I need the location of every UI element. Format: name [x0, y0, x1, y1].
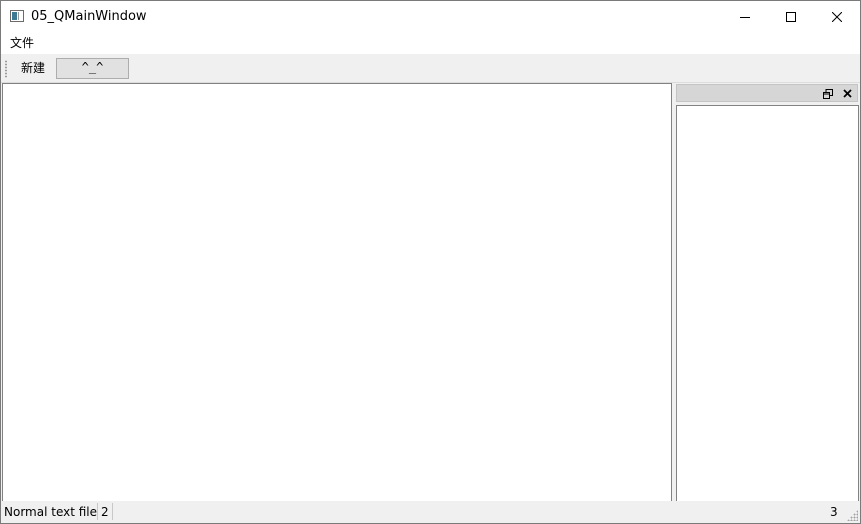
status-bar: Normal text file 2 3	[1, 501, 860, 523]
minimize-icon	[740, 16, 750, 18]
status-label-left: 2	[97, 503, 113, 520]
maximize-button[interactable]	[768, 1, 814, 32]
close-button[interactable]	[814, 1, 860, 32]
app-window-icon	[10, 10, 24, 22]
toolbar: 新建 ^_^	[1, 55, 860, 83]
minimize-button[interactable]	[722, 1, 768, 32]
menu-bar: 文件	[1, 32, 860, 54]
dock-close-button[interactable]	[840, 86, 854, 100]
close-icon	[842, 88, 852, 98]
size-grip[interactable]	[847, 510, 858, 521]
dock-float-button[interactable]	[821, 87, 835, 100]
central-text-edit[interactable]	[2, 83, 672, 502]
dock-title-bar[interactable]	[676, 84, 858, 102]
status-message: Normal text file	[4, 505, 98, 519]
status-label-right: 3	[830, 505, 838, 519]
menu-file[interactable]: 文件	[9, 35, 35, 51]
window-title: 05_QMainWindow	[31, 9, 147, 24]
dock-content[interactable]	[676, 105, 859, 502]
maximize-icon	[786, 11, 796, 22]
toolbar-grip-handle[interactable]	[5, 60, 7, 78]
title-bar[interactable]: 05_QMainWindow	[1, 1, 860, 32]
close-icon	[832, 11, 842, 22]
new-button[interactable]: 新建	[13, 59, 53, 78]
face-button[interactable]: ^_^	[56, 58, 129, 79]
float-icon	[823, 88, 833, 99]
main-window: 05_QMainWindow 文件 新建 ^_^ Normal text fil…	[0, 0, 861, 524]
